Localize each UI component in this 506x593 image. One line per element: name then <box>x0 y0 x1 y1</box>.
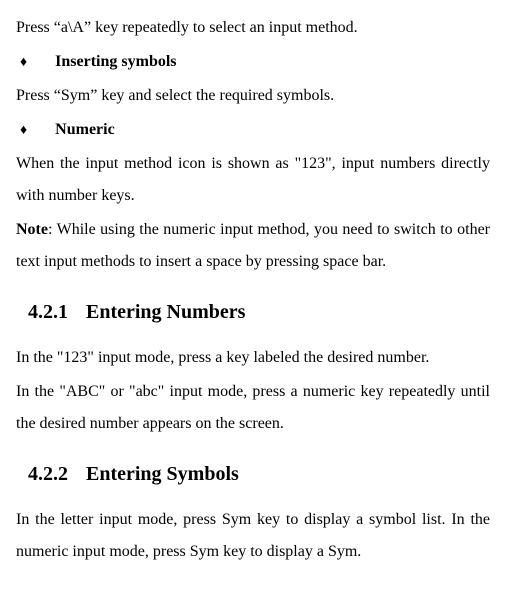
section-421-p1: In the "123" input mode, press a key lab… <box>16 342 490 374</box>
bullet-label-numeric: Numeric <box>55 114 115 146</box>
diamond-icon: ♦ <box>20 49 27 77</box>
section-422-p1: In the letter input mode, press Sym key … <box>16 504 490 568</box>
heading-422-number: 4.2.2 <box>28 463 68 485</box>
heading-421: 4.2.1 Entering Numbers <box>28 292 490 332</box>
diamond-icon: ♦ <box>20 117 27 145</box>
heading-422: 4.2.2 Entering Symbols <box>28 454 490 494</box>
bullet-numeric: ♦ Numeric <box>16 114 490 146</box>
note-label: Note <box>16 221 48 238</box>
heading-421-title: Entering Numbers <box>86 301 245 323</box>
note-paragraph: Note: While using the numeric input meth… <box>16 214 490 278</box>
intro-paragraph: Press “a\A” key repeatedly to select an … <box>16 12 490 44</box>
heading-422-title: Entering Symbols <box>86 463 239 485</box>
inserting-symbols-body: Press “Sym” key and select the required … <box>16 80 490 112</box>
bullet-label-inserting-symbols: Inserting symbols <box>55 46 176 78</box>
numeric-body: When the input method icon is shown as "… <box>16 148 490 212</box>
note-body: : While using the numeric input method, … <box>16 221 490 270</box>
bullet-inserting-symbols: ♦ Inserting symbols <box>16 46 490 78</box>
section-421-p2: In the "ABC" or "abc" input mode, press … <box>16 376 490 440</box>
heading-421-number: 4.2.1 <box>28 301 68 323</box>
